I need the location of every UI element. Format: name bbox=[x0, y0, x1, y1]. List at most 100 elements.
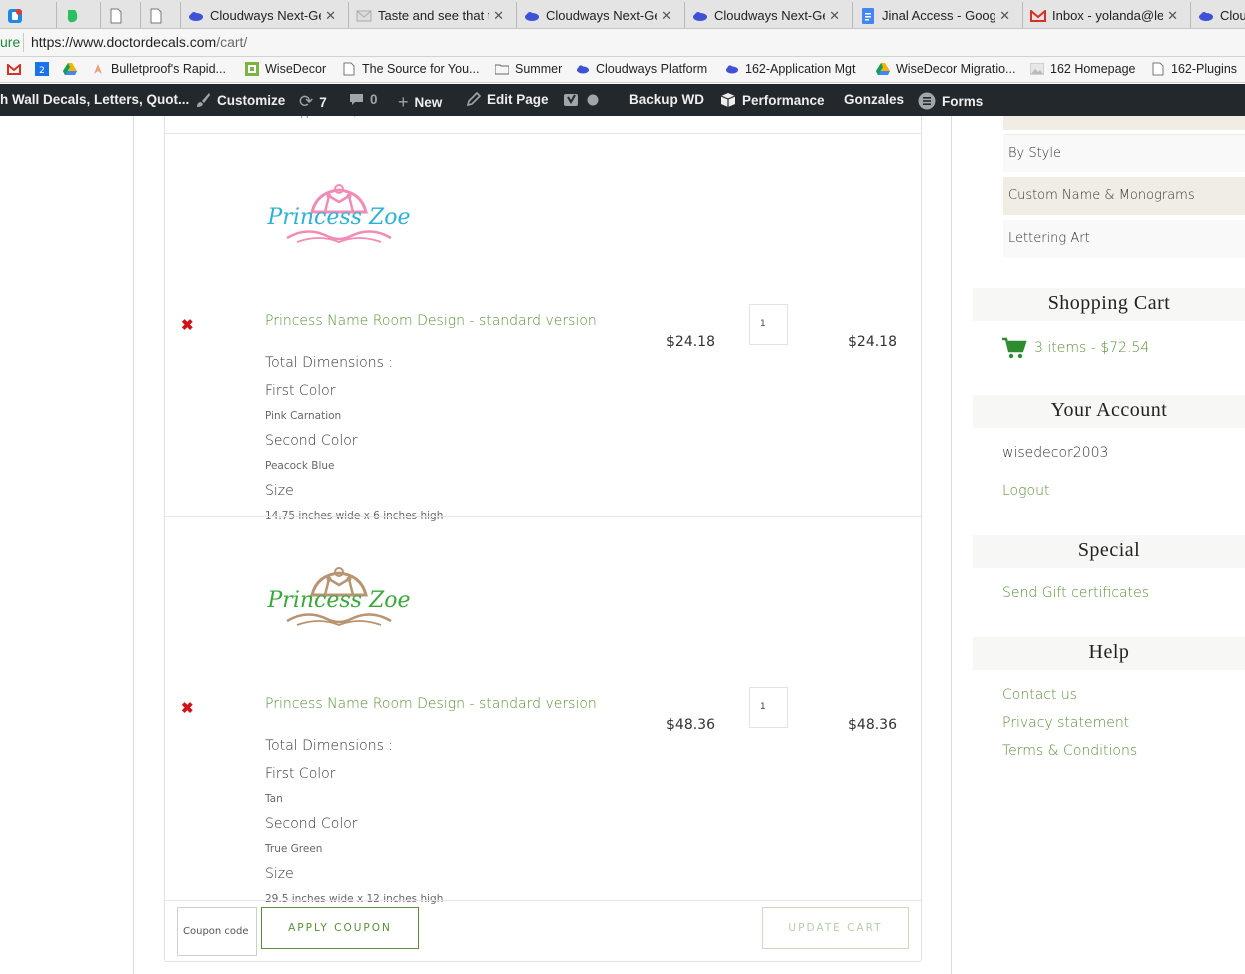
paintbrush-icon bbox=[195, 92, 211, 108]
admin-customize[interactable]: Customize bbox=[195, 92, 285, 108]
url-path: /cart/ bbox=[216, 34, 248, 50]
total-dimensions-label: Total Dimensions : bbox=[265, 355, 394, 371]
coupon-code-input[interactable]: Coupon code bbox=[177, 907, 257, 956]
calendar-icon: 2 bbox=[35, 62, 49, 76]
admin-performance[interactable]: Performance bbox=[720, 92, 825, 108]
product-name-link[interactable]: Princess Name Room Design - standard ver… bbox=[265, 313, 597, 329]
admin-forms[interactable]: Forms bbox=[918, 92, 983, 110]
cart-summary-text: 3 items - $72.54 bbox=[1034, 340, 1150, 356]
terms-conditions-link[interactable]: Terms & Conditions bbox=[1002, 743, 1137, 759]
product-name-link[interactable]: Princess Name Room Design - standard ver… bbox=[265, 696, 597, 712]
bookmark-item[interactable]: 162-Application Mgt bbox=[725, 62, 855, 76]
browser-tab[interactable] bbox=[56, 2, 92, 28]
tab-title: Taste and see that t bbox=[378, 8, 490, 23]
shopping-cart-title: Shopping Cart bbox=[973, 288, 1245, 321]
close-tab-icon[interactable]: ✕ bbox=[493, 8, 504, 24]
bookmark-item[interactable]: The Source for You... bbox=[342, 62, 479, 76]
close-tab-icon[interactable]: ✕ bbox=[325, 8, 336, 24]
browser-tab[interactable] bbox=[140, 2, 176, 28]
mail-icon bbox=[356, 8, 372, 24]
quantity-input[interactable]: 1 bbox=[749, 304, 788, 345]
gmail-icon bbox=[7, 62, 21, 76]
bookmark-label: Bulletproof's Rapid... bbox=[111, 62, 226, 76]
admin-site-name[interactable]: h Wall Decals, Letters, Quot... bbox=[0, 92, 189, 107]
close-tab-icon[interactable]: ✕ bbox=[1167, 8, 1178, 24]
page-icon bbox=[1151, 62, 1165, 76]
url-host: https://www.doctordecals.com bbox=[31, 34, 217, 50]
browser-tab[interactable]: Cloud bbox=[1190, 2, 1245, 28]
cart-item: ✖ Princess Zoe Princess Name Room Design… bbox=[165, 517, 921, 905]
remove-item-icon[interactable]: ✖ bbox=[181, 316, 194, 334]
secure-indicator: ure bbox=[0, 34, 21, 50]
status-dot-icon bbox=[587, 94, 599, 106]
product-price: $24.18 bbox=[666, 334, 715, 350]
logo-text: Princess Zoe bbox=[267, 588, 411, 613]
logout-link[interactable]: Logout bbox=[1002, 483, 1049, 499]
gift-certificates-link[interactable]: Send Gift certificates bbox=[1002, 585, 1149, 601]
category-by-style[interactable]: By Style bbox=[1003, 134, 1245, 172]
admin-comments[interactable]: 0 bbox=[349, 92, 378, 107]
category-item-partial[interactable] bbox=[1003, 116, 1245, 130]
browser-tab[interactable]: Cloudways Next-Ge ✕ bbox=[516, 2, 680, 28]
bookmark-label: Summer bbox=[515, 62, 563, 76]
bookmark-label: The Source for You... bbox=[362, 62, 480, 76]
admin-updates[interactable]: ⟳ 7 bbox=[299, 92, 327, 112]
new-label: New bbox=[414, 95, 443, 110]
category-lettering-art[interactable]: Lettering Art bbox=[1003, 220, 1245, 258]
cart-summary-link[interactable]: 3 items - $72.54 bbox=[1002, 337, 1149, 359]
cloudways-icon bbox=[692, 8, 708, 24]
bookmark-item[interactable]: Summer bbox=[495, 62, 562, 76]
bookmark-item[interactable]: WiseDecor bbox=[245, 62, 326, 76]
product-thumbnail[interactable]: Princess Zoe bbox=[267, 565, 411, 633]
forms-icon bbox=[918, 92, 936, 110]
browser-tab[interactable]: Inbox - yolanda@le ✕ bbox=[1022, 2, 1186, 28]
bookmark-item[interactable]: Cloudways Platform bbox=[576, 62, 707, 76]
browser-tab[interactable]: Cloudways Next-Ge ✕ bbox=[180, 2, 344, 28]
bookmarks-bar: 2 Bulletproof's Rapid... WiseDecor The S… bbox=[0, 57, 1245, 83]
site-name-label: h Wall Decals, Letters, Quot... bbox=[0, 92, 190, 107]
url-text[interactable]: https://www.doctordecals.com/cart/ bbox=[31, 34, 247, 50]
comments-count: 0 bbox=[370, 92, 378, 107]
browser-tab[interactable]: Cloudways Next-Ge ✕ bbox=[684, 2, 848, 28]
browser-tab[interactable]: Jinal Access - Goog ✕ bbox=[852, 2, 1018, 28]
admin-yoast[interactable] bbox=[563, 92, 605, 108]
address-bar[interactable]: ure https://www.doctordecals.com/cart/ bbox=[0, 29, 1245, 57]
bookmark-label: WiseDecor bbox=[265, 62, 327, 76]
close-tab-icon[interactable]: ✕ bbox=[829, 8, 840, 24]
quantity-input[interactable]: 1 bbox=[749, 687, 788, 728]
update-cart-button[interactable]: UPDATE CART bbox=[762, 907, 909, 949]
close-tab-icon[interactable]: ✕ bbox=[999, 8, 1010, 24]
contact-us-link[interactable]: Contact us bbox=[1002, 687, 1077, 703]
admin-new[interactable]: + New bbox=[398, 92, 442, 113]
cube-icon bbox=[720, 92, 736, 108]
folder-icon bbox=[495, 62, 509, 76]
remove-item-icon[interactable]: ✖ bbox=[181, 699, 194, 717]
performance-label: Performance bbox=[742, 92, 825, 108]
refresh-icon: ⟳ bbox=[299, 92, 314, 111]
admin-edit-page[interactable]: Edit Page bbox=[466, 92, 549, 107]
bookmark-gmail[interactable] bbox=[7, 62, 27, 76]
bookmark-drive[interactable] bbox=[63, 62, 83, 76]
gmail-icon bbox=[1030, 8, 1046, 24]
bookmark-item[interactable]: Bulletproof's Rapid... bbox=[91, 62, 226, 76]
admin-backup[interactable]: Backup WD bbox=[629, 92, 704, 107]
product-subtotal: $48.36 bbox=[848, 717, 897, 733]
cloudways-icon bbox=[188, 8, 204, 24]
product-thumbnail[interactable]: Princess Zoe bbox=[267, 182, 411, 250]
size-label: Size bbox=[265, 483, 294, 499]
browser-tab[interactable]: Taste and see that t ✕ bbox=[348, 2, 512, 28]
browser-tab[interactable] bbox=[0, 2, 26, 28]
category-custom-name[interactable]: Custom Name & Monograms bbox=[1003, 177, 1245, 215]
special-title: Special bbox=[973, 535, 1245, 568]
browser-tab[interactable] bbox=[100, 2, 136, 28]
content-border-right bbox=[951, 116, 952, 974]
admin-user[interactable]: Gonzales bbox=[844, 92, 904, 107]
bookmark-item[interactable]: 162-Plugins bbox=[1151, 62, 1237, 76]
bookmark-label: WiseDecor Migratio... bbox=[896, 62, 1016, 76]
bookmark-calendar[interactable]: 2 bbox=[35, 62, 55, 76]
bookmark-item[interactable]: WiseDecor Migratio... bbox=[876, 62, 1015, 76]
privacy-statement-link[interactable]: Privacy statement bbox=[1002, 715, 1129, 731]
apply-coupon-button[interactable]: APPLY COUPON bbox=[261, 907, 419, 949]
bookmark-item[interactable]: 162 Homepage bbox=[1030, 62, 1135, 76]
close-tab-icon[interactable]: ✕ bbox=[661, 8, 672, 24]
